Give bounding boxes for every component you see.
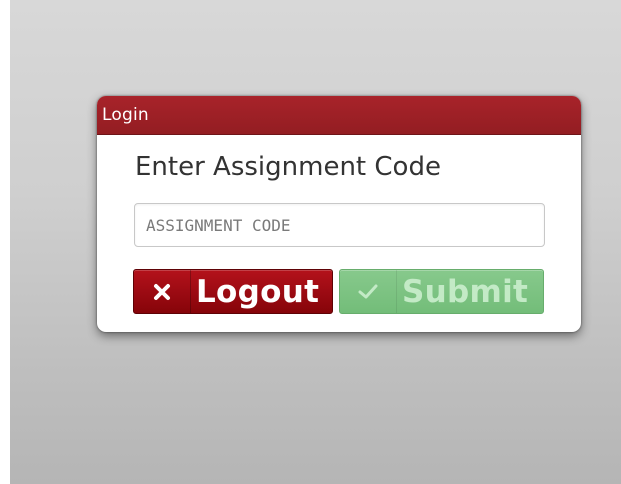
logout-button[interactable]: Logout <box>133 269 333 314</box>
assignment-code-input[interactable] <box>134 203 545 247</box>
dialog-title: Login <box>102 105 149 125</box>
submit-button[interactable]: Submit <box>339 269 544 314</box>
logout-button-label: Logout <box>196 273 320 310</box>
checkmark-icon <box>340 270 397 313</box>
login-dialog: Login Enter Assignment Code Logout Submi… <box>97 96 581 332</box>
prompt-heading: Enter Assignment Code <box>135 152 441 182</box>
submit-button-label: Submit <box>402 273 529 310</box>
dialog-header: Login <box>97 96 581 135</box>
close-icon <box>134 270 191 313</box>
